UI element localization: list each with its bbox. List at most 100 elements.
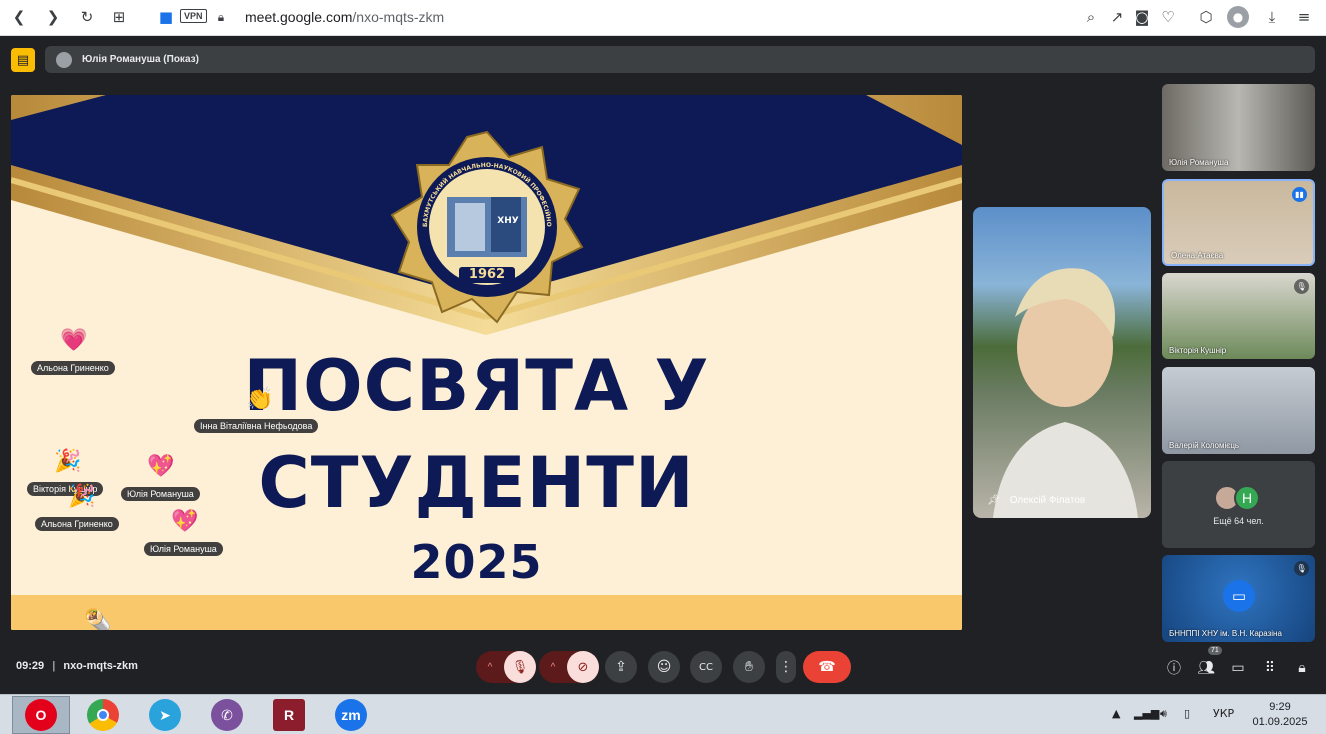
pin-icon[interactable]: 📌︎ <box>987 495 1000 506</box>
people-icon[interactable]: 👥︎ <box>1196 658 1216 678</box>
participant-tile[interactable]: ▮▮ Олена Атаєва <box>1162 179 1315 266</box>
participants-count-badge: 71 <box>1208 646 1222 655</box>
activities-icon[interactable]: ⠿ <box>1260 658 1280 678</box>
slide-footer-band <box>11 595 962 630</box>
mic-options-chevron-icon[interactable]: ^ <box>476 662 504 673</box>
reaction-emoji: 👏 <box>246 387 274 412</box>
camera-off-button[interactable]: ⊘ <box>567 651 599 683</box>
featured-video-tile[interactable]: 📌︎ Олексій Філатов <box>973 207 1151 518</box>
mic-off-icon: 🎙︎ <box>1294 561 1309 576</box>
tray-expand-icon[interactable]: ▲ <box>1112 707 1120 720</box>
reaction-emoji: 💗 <box>60 328 88 353</box>
heart-icon[interactable]: ♡ <box>1157 6 1179 28</box>
reaction-emoji: 🎉 <box>68 484 96 509</box>
more-participants-label: Ещё 64 чел. <box>1213 516 1264 526</box>
presenting-bar: Юлія Романуша (Показ) <box>45 46 1315 73</box>
address-bar[interactable]: meet.google.com/nxo-mqts-zkm <box>245 9 444 25</box>
speaking-icon: ▮▮ <box>1292 187 1307 202</box>
meeting-details-icon[interactable]: ⓘ <box>1164 658 1184 678</box>
meeting-code: nxo-mqts-zkm <box>63 660 138 672</box>
volume-icon[interactable]: 🔊︎ <box>1160 707 1167 721</box>
emoji-reaction-button[interactable]: ☺ <box>648 651 680 683</box>
participant-tile[interactable]: 🎙︎ ▭ БННППІ ХНУ ім. В.Н. Каразіна <box>1162 555 1315 642</box>
presentation-icon[interactable]: ▤ <box>11 48 35 72</box>
more-avatars: H <box>1214 485 1260 511</box>
captions-button[interactable]: CC <box>690 651 722 683</box>
raise-hand-button[interactable]: ✋︎ <box>733 651 765 683</box>
browser-toolbar: ❮ ❯ ↻ ⊞ ■ VPN 🔒︎ meet.google.com/nxo-mqt… <box>0 0 1326 36</box>
featured-video-frame <box>993 268 1138 518</box>
lock-icon[interactable]: 🔒︎ <box>210 6 232 28</box>
opera-icon[interactable]: O <box>25 699 57 731</box>
participant-name: Валерій Коломієць <box>1169 441 1240 450</box>
camera-options-chevron-icon[interactable]: ^ <box>539 662 567 673</box>
clock-date: 01.09.2025 <box>1252 716 1308 728</box>
reaction-name: Інна Віталіївна Нефьодова <box>194 419 319 433</box>
featured-name: Олексій Філатов <box>1009 495 1086 506</box>
viber-icon[interactable]: ✆ <box>211 699 243 731</box>
system-clock[interactable]: 9:29 01.09.2025 <box>1250 700 1310 730</box>
reaction-emoji: 💖 <box>171 509 199 534</box>
menu-icon[interactable]: ≡ <box>1293 6 1315 28</box>
participant-tile[interactable]: Валерій Коломієць <box>1162 367 1315 454</box>
telegram-icon[interactable]: ➤ <box>149 699 181 731</box>
mic-control-group: ^ 🎙︎ <box>476 651 536 683</box>
camera-control-group: ^ ⊘ <box>539 651 599 683</box>
profile-icon[interactable]: ● <box>1227 6 1249 28</box>
url-host: meet.google.com <box>245 9 353 25</box>
chrome-icon[interactable] <box>87 699 119 731</box>
tabs-grid-icon[interactable]: ⊞ <box>108 6 130 28</box>
meet-window: ▤ Юлія Романуша (Показ) 1962 ХНУ БАХМУТС… <box>0 36 1326 694</box>
zoom-icon[interactable]: zm <box>335 699 367 731</box>
reaction-name: Альона Гриненко <box>31 361 115 375</box>
reaction-name: Юлія Романуша <box>121 487 200 501</box>
participant-tile[interactable]: 🎙︎ Вікторія Кушнір <box>1162 273 1315 359</box>
more-participants-tile[interactable]: H Ещё 64 чел. <box>1162 461 1315 548</box>
extensions-icon[interactable]: ⬡ <box>1195 6 1217 28</box>
mic-off-button[interactable]: 🎙︎ <box>504 651 536 683</box>
participant-name: Вікторія Кушнір <box>1169 346 1227 355</box>
participant-name: БННППІ ХНУ ім. В.Н. Каразіна <box>1169 629 1282 638</box>
presenter-avatar <box>56 51 72 68</box>
reaction-name: Альона Гриненко <box>35 517 119 531</box>
forward-icon[interactable]: ❯ <box>42 6 64 28</box>
reaction-emoji: 🎉 <box>54 449 82 474</box>
mic-off-icon: 🎙︎ <box>1294 279 1309 294</box>
participant-name: Олена Атаєва <box>1171 251 1224 260</box>
reaction-emoji: 🌯 <box>84 609 112 630</box>
more-options-button[interactable]: ⋮ <box>776 651 796 683</box>
vpn-badge[interactable]: VPN <box>180 9 207 23</box>
avatar: H <box>1234 485 1260 511</box>
leave-call-button[interactable]: ☎︎ <box>803 651 851 683</box>
reaction-name: Юлія Романуша <box>144 542 223 556</box>
camera-icon[interactable]: ◙ <box>1131 6 1153 28</box>
language-indicator[interactable]: УКР <box>1213 707 1234 720</box>
host-controls-icon[interactable]: 🔒︎ <box>1292 658 1312 678</box>
emblem-letters: ХНУ <box>497 216 518 226</box>
presenting-label: Юлія Романуша (Показ) <box>82 54 199 65</box>
laptop-icon: ▭ <box>1223 580 1255 612</box>
battery-icon[interactable]: ▯ <box>1184 707 1190 720</box>
chat-icon[interactable]: ▭ <box>1228 658 1248 678</box>
share-icon[interactable]: ↗ <box>1106 6 1128 28</box>
reload-icon[interactable]: ↻ <box>76 6 98 28</box>
reaction-emoji: 💖 <box>147 454 175 479</box>
download-icon[interactable]: ⤓ <box>1261 6 1283 28</box>
camera-site-icon[interactable]: ■ <box>155 6 177 28</box>
meeting-time: 09:29 <box>16 660 45 672</box>
participant-tile[interactable]: Юлія Романуша <box>1162 84 1315 171</box>
participant-name: Юлія Романуша <box>1169 158 1229 167</box>
search-page-icon[interactable]: ⌕ <box>1080 6 1102 28</box>
meeting-info: 09:29 | nxo-mqts-zkm <box>16 660 138 672</box>
back-icon[interactable]: ❮ <box>8 6 30 28</box>
url-path: /nxo-mqts-zkm <box>352 9 445 25</box>
windows-taskbar: O ➤ ✆ R zm ▲ ▂▄▆ 🔊︎ ▯ УКР 9:29 01.09.202… <box>0 694 1326 734</box>
featured-label: 📌︎ Олексій Філатов <box>987 495 1085 506</box>
winrar-icon[interactable]: R <box>273 699 305 731</box>
clock-time: 9:29 <box>1269 701 1291 713</box>
presentation-slide: 1962 ХНУ БАХМУТСЬКИЙ НАВЧАЛЬНО-НАУКОВИЙ … <box>11 95 962 630</box>
network-icon[interactable]: ▂▄▆ <box>1134 707 1159 720</box>
slide-title-line1: ПОСВЯТА У <box>243 345 710 427</box>
emblem-year: 1962 <box>469 267 505 282</box>
present-screen-button[interactable]: ⇪ <box>605 651 637 683</box>
